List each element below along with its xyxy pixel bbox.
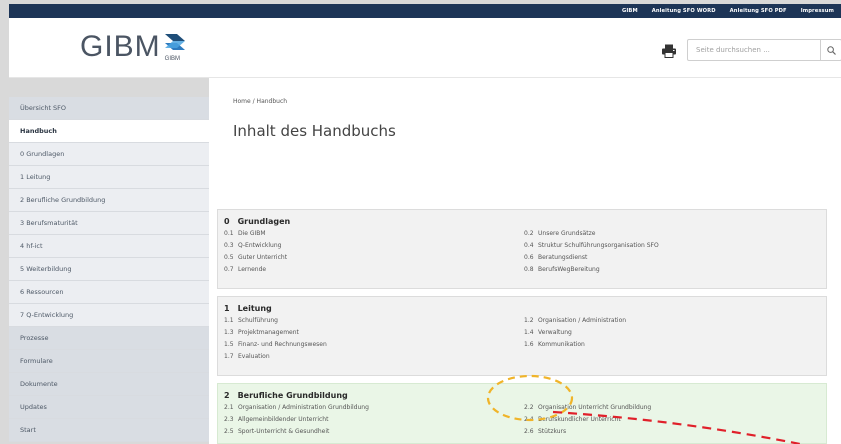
search-input[interactable]: Seite durchsuchen ... — [688, 40, 820, 60]
section-name: Leitung — [237, 304, 272, 313]
sidebar-item-hf-ict[interactable]: 4 hf-ict — [9, 235, 209, 258]
sidebar-item-dokumente[interactable]: Dokumente — [9, 373, 209, 396]
section-name: Grundlagen — [237, 217, 291, 226]
list-item[interactable]: 0.8 BerufsWegBereitung — [524, 266, 600, 273]
sidebar-item-start[interactable]: Start — [9, 419, 209, 442]
sidebar-item-updates[interactable]: Updates — [9, 396, 209, 419]
section-heading[interactable]: 2 Berufliche Grundbildung — [224, 391, 348, 400]
section-number: 1 — [224, 304, 230, 313]
sidebar-item-berufsmaturitaet[interactable]: 3 Berufsmaturität — [9, 212, 209, 235]
list-item[interactable]: 0.3 Q-Entwicklung — [224, 242, 281, 249]
top-nav-bar: GIBM Anleitung SFO WORD Anleitung SFO PD… — [9, 4, 841, 18]
sidebar-item-uebersicht-sfo[interactable]: Übersicht SFO — [9, 97, 209, 120]
section-berufliche-grundbildung: 2 Berufliche Grundbildung 2.1 Organisation… — [217, 383, 827, 444]
section-leitung: 1 Leitung 1.1 Schulführung 1.3 Projektmanag… — [217, 296, 827, 376]
logo-subtext: GIBM — [164, 56, 181, 62]
list-item[interactable]: 0.5 Guter Unterricht — [224, 254, 287, 261]
search-box: Seite durchsuchen ... — [687, 39, 841, 61]
sidebar-item-handbuch[interactable]: Handbuch — [9, 120, 209, 143]
sidebar-item-leitung[interactable]: 1 Leitung — [9, 166, 209, 189]
logo-arrows-icon: GIBM — [163, 32, 189, 62]
list-item[interactable]: 1.1 Schulführung — [224, 317, 278, 324]
list-item[interactable]: 1.5 Finanz- und Rechnungswesen — [224, 341, 327, 348]
list-item[interactable]: 2.4 Berufskundlicher Unterricht — [524, 416, 621, 423]
sidebar-item-ressourcen[interactable]: 6 Ressourcen — [9, 281, 209, 304]
section-number: 0 — [224, 217, 230, 226]
sidebar-item-q-entwicklung[interactable]: 7 Q-Entwicklung — [9, 304, 209, 327]
top-nav-links: GIBM Anleitung SFO WORD Anleitung SFO PD… — [622, 4, 834, 18]
list-item[interactable]: 0.6 Beratungsdienst — [524, 254, 587, 261]
top-link-gibm[interactable]: GIBM — [622, 8, 638, 14]
list-item[interactable]: 2.1 Organisation / Administration Grundbi… — [224, 404, 369, 411]
list-item[interactable]: 1.6 Kommunikation — [524, 341, 585, 348]
list-item[interactable]: 1.4 Verwaltung — [524, 329, 572, 336]
top-link-anleitung-word[interactable]: Anleitung SFO WORD — [652, 8, 716, 14]
sidebar-item-berufliche-grundbildung[interactable]: 2 Berufliche Grundbildung — [9, 189, 209, 212]
list-item[interactable]: 2.6 Stützkurs — [524, 428, 566, 435]
sidebar-item-prozesse[interactable]: Prozesse — [9, 327, 209, 350]
section-heading[interactable]: 1 Leitung — [224, 304, 272, 313]
breadcrumb[interactable]: Home / Handbuch — [233, 98, 287, 105]
list-item[interactable]: 0.1 Die GIBM — [224, 230, 266, 237]
list-item[interactable]: 0.4 Struktur Schulführungsorganisation SF… — [524, 242, 659, 249]
section-heading[interactable]: 0 Grundlagen — [224, 217, 290, 226]
list-item[interactable]: 2.5 Sport-Unterricht & Gesundheit — [224, 428, 329, 435]
sidebar-item-formulare[interactable]: Formulare — [9, 350, 209, 373]
list-item[interactable]: 0.7 Lernende — [224, 266, 266, 273]
sidebar-item-weiterbildung[interactable]: 5 Weiterbildung — [9, 258, 209, 281]
list-item[interactable]: 2.3 Allgemeinbildender Unterricht — [224, 416, 328, 423]
site-header: GIBM GIBM Seite durchsuchen ... — [9, 18, 841, 78]
section-grundlagen: 0 Grundlagen 0.1 Die GIBM 0.3 Q-Entwicklung… — [217, 209, 827, 289]
printer-icon[interactable] — [661, 43, 677, 58]
page-title: Inhalt des Handbuchs — [233, 122, 396, 140]
list-item[interactable]: 1.3 Projektmanagement — [224, 329, 299, 336]
top-link-anleitung-pdf[interactable]: Anleitung SFO PDF — [730, 8, 787, 14]
list-item[interactable]: 1.7 Evaluation — [224, 353, 270, 360]
sidebar-nav: Übersicht SFO Handbuch 0 Grundlagen 1 Le… — [9, 97, 209, 444]
list-item[interactable]: 2.2 Organisation Unterricht Grundbildung — [524, 404, 651, 411]
list-item[interactable]: 1.2 Organisation / Administration — [524, 317, 626, 324]
list-item[interactable]: 0.2 Unsere Grundsätze — [524, 230, 595, 237]
top-link-impressum[interactable]: Impressum — [801, 8, 834, 14]
main-content: Home / Handbuch Inhalt des Handbuchs 0 Gr… — [209, 78, 841, 444]
section-number: 2 — [224, 391, 230, 400]
section-name: Berufliche Grundbildung — [237, 391, 348, 400]
gibm-logo[interactable]: GIBM GIBM — [80, 32, 189, 62]
search-button[interactable] — [820, 40, 841, 60]
search-icon — [826, 45, 836, 55]
logo-wordmark: GIBM — [80, 30, 161, 63]
sidebar-item-grundlagen[interactable]: 0 Grundlagen — [9, 143, 209, 166]
